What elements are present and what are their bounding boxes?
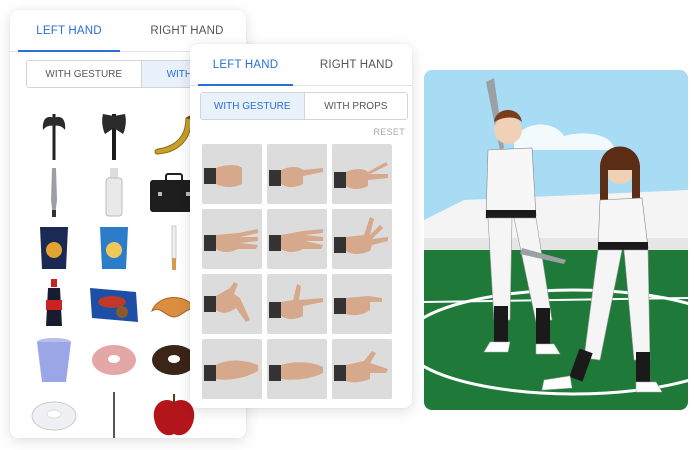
- axe-icon[interactable]: [86, 108, 142, 164]
- chips-bag-icon[interactable]: [86, 220, 142, 276]
- with-gesture-button[interactable]: WITH GESTURE: [201, 93, 304, 119]
- tab-left-hand[interactable]: LEFT HAND: [10, 10, 128, 52]
- peace-gesture-icon[interactable]: [332, 144, 392, 204]
- curled-hand-gesture-icon[interactable]: [332, 274, 392, 334]
- relaxed-hand-gesture-icon[interactable]: [332, 339, 392, 399]
- tab-right-hand[interactable]: RIGHT HAND: [301, 44, 412, 85]
- three-fingers-gesture-icon[interactable]: [202, 209, 262, 269]
- flat-hand-gesture-icon[interactable]: [267, 339, 327, 399]
- bottle-icon[interactable]: [86, 164, 142, 220]
- fist-gesture-icon[interactable]: [202, 144, 262, 204]
- donut-icon[interactable]: [26, 388, 82, 438]
- cookie-box-icon[interactable]: [86, 276, 142, 332]
- cup-icon[interactable]: [26, 332, 82, 388]
- gun-gesture-icon[interactable]: [267, 274, 327, 334]
- mode-toggle: WITH GESTURE WITH PROPS: [200, 92, 408, 120]
- axe-icon[interactable]: [26, 108, 82, 164]
- stick-icon[interactable]: [86, 388, 142, 438]
- four-fingers-gesture-icon[interactable]: [267, 209, 327, 269]
- reset-button[interactable]: RESET: [373, 127, 405, 137]
- pointing-gesture-icon[interactable]: [267, 144, 327, 204]
- gestures-panel: LEFT HAND RIGHT HAND WITH GESTURE WITH P…: [190, 44, 412, 408]
- with-props-button[interactable]: WITH PROPS: [303, 93, 408, 119]
- gestures-grid: [202, 144, 392, 399]
- soda-bottle-icon[interactable]: [26, 276, 82, 332]
- finger-down-gesture-icon[interactable]: [202, 274, 262, 334]
- chips-bag-icon[interactable]: [26, 220, 82, 276]
- open-hand-gesture-icon[interactable]: [332, 209, 392, 269]
- flat-hand-gesture-icon[interactable]: [202, 339, 262, 399]
- tab-left-hand[interactable]: LEFT HAND: [190, 44, 301, 86]
- hand-tabs: LEFT HAND RIGHT HAND: [190, 44, 412, 86]
- donut-icon[interactable]: [86, 332, 142, 388]
- baseball-bat-icon[interactable]: [26, 164, 82, 220]
- with-gesture-button[interactable]: WITH GESTURE: [27, 61, 141, 87]
- scene-preview: [424, 70, 688, 410]
